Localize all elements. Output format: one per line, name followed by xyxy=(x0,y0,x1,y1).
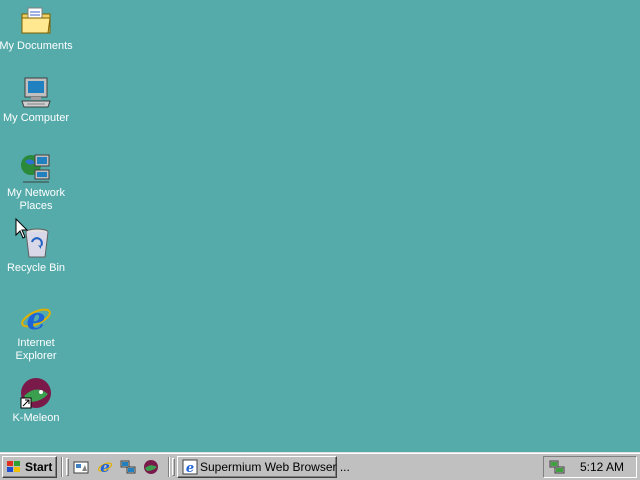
task-button-supermium[interactable]: e Supermium Web Browser ... xyxy=(177,456,350,478)
network-status-icon[interactable] xyxy=(549,459,565,475)
taskbar-separator xyxy=(61,457,63,477)
svg-text:e: e xyxy=(186,461,194,475)
internet-explorer-icon[interactable]: e xyxy=(97,459,113,475)
task-area-grip[interactable] xyxy=(172,458,175,476)
clock[interactable]: 5:12 AM xyxy=(580,460,624,474)
svg-text:e: e xyxy=(26,302,45,335)
supermium-icon: e xyxy=(182,459,198,475)
k-meleon-icon xyxy=(19,376,53,410)
desktop-icon-k-meleon[interactable]: K-Meleon xyxy=(0,376,74,425)
network-connections-icon[interactable] xyxy=(120,459,136,475)
mouse-cursor-icon xyxy=(15,218,29,239)
desktop-icon-label: My Computer xyxy=(2,112,70,124)
show-desktop-icon[interactable] xyxy=(73,459,89,475)
quick-launch-grip[interactable] xyxy=(66,458,69,476)
desktop-icon-label: K-Meleon xyxy=(12,412,60,424)
computer-icon xyxy=(19,76,53,110)
windows-logo-icon xyxy=(7,461,20,472)
network-places-icon xyxy=(19,151,53,185)
folder-documents-icon xyxy=(19,4,53,38)
desktop[interactable]: My Documents My Computer My Network Plac… xyxy=(0,0,640,452)
desktop-icon-label: Recycle Bin xyxy=(6,262,66,274)
desktop-icon-label: Internet Explorer xyxy=(15,337,57,362)
taskbar-separator xyxy=(168,457,170,477)
desktop-icon-internet-explorer[interactable]: e Internet Explorer xyxy=(0,301,74,363)
start-button[interactable]: Start xyxy=(2,456,57,478)
start-label: Start xyxy=(25,460,53,474)
desktop-icon-label: My Network Places xyxy=(6,187,66,212)
system-tray: 5:12 AM xyxy=(543,456,637,478)
k-meleon-icon[interactable] xyxy=(143,459,159,475)
desktop-icon-my-network-places[interactable]: My Network Places xyxy=(0,151,74,213)
desktop-icon-my-computer[interactable]: My Computer xyxy=(0,76,74,125)
taskbar: Start e e Supermium Web Browser ... 5:12… xyxy=(0,452,640,480)
internet-explorer-icon: e xyxy=(19,301,53,335)
desktop-icon-my-documents[interactable]: My Documents xyxy=(0,4,74,53)
desktop-icon-label: My Documents xyxy=(0,40,73,52)
desktop-icon-recycle-bin[interactable]: Recycle Bin xyxy=(0,226,74,275)
svg-text:e: e xyxy=(100,459,110,475)
task-button-label: Supermium Web Browser ... xyxy=(200,460,350,474)
